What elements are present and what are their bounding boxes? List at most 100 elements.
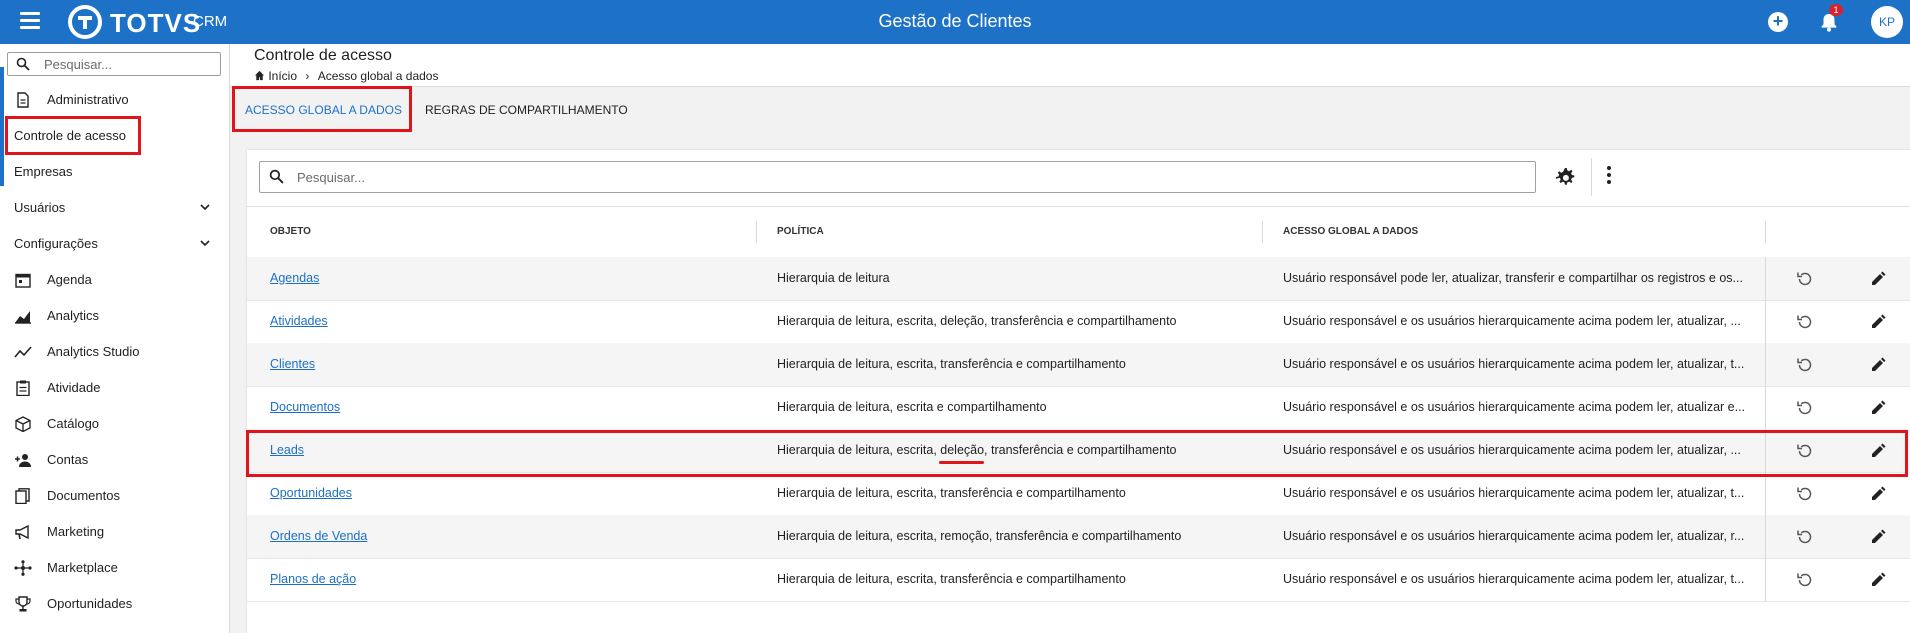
edit-icon[interactable] <box>1870 271 1886 287</box>
edit-icon[interactable] <box>1870 572 1886 588</box>
object-link[interactable]: Leads <box>270 443 304 457</box>
object-link[interactable]: Planos de ação <box>270 572 356 586</box>
column-divider <box>1765 257 1766 300</box>
table-row: Leads Hierarquia de leitura, escrita, del… <box>247 429 1910 473</box>
megaphone-icon <box>15 524 29 540</box>
sidebar-item-label: Controle de acesso <box>14 128 127 143</box>
policy-cell: Hierarquia de leitura <box>777 271 890 285</box>
column-divider <box>1765 429 1766 472</box>
sidebar-item-usuarios[interactable]: Usuários <box>0 191 229 225</box>
column-header-objeto[interactable]: OBJETO <box>270 226 311 237</box>
breadcrumb-home[interactable]: Início <box>268 69 297 83</box>
column-header-politica[interactable]: POLÍTICA <box>777 226 824 237</box>
sidebar-item-configuracoes[interactable]: Configurações <box>0 227 229 261</box>
sidebar-item-label: Analytics Studio <box>47 344 140 359</box>
column-divider <box>1262 221 1263 243</box>
policy-cell: Hierarquia de leitura, escrita, deleção,… <box>777 314 1177 328</box>
table-row: Atividades Hierarquia de leitura, escrita… <box>247 300 1910 344</box>
sidebar-item-catalogo[interactable]: Catálogo <box>0 407 229 441</box>
document-icon <box>17 92 29 108</box>
sidebar-item-label: Analytics <box>47 308 100 323</box>
sidebar-item-label: Documentos <box>47 488 120 503</box>
calendar-icon <box>15 273 31 288</box>
sidebar-item-label: Atividade <box>47 380 101 395</box>
clipboard-icon <box>16 380 30 396</box>
column-divider <box>756 221 757 243</box>
column-divider <box>1765 472 1766 515</box>
trophy-icon <box>15 596 31 612</box>
column-divider <box>1765 343 1766 386</box>
sidebar-item-atividade[interactable]: Atividade <box>0 371 229 405</box>
object-link[interactable]: Agendas <box>270 271 319 285</box>
tab-bar: ACESSO GLOBAL A DADOS REGRAS DE COMPARTI… <box>230 86 1910 131</box>
object-link[interactable]: Documentos <box>270 400 340 414</box>
sidebar-item-marketplace[interactable]: Marketplace <box>0 551 229 585</box>
edit-icon[interactable] <box>1870 486 1886 502</box>
sidebar: Pesquisar... Administrativo Controle de … <box>0 44 230 633</box>
sidebar-item-controle-de-acesso[interactable]: Controle de acesso <box>0 119 229 153</box>
object-link[interactable]: Atividades <box>270 314 328 328</box>
table-search-input[interactable]: Pesquisar... <box>259 161 1536 193</box>
sidebar-item-agenda[interactable]: Agenda <box>0 263 229 297</box>
table-row: Planos de ação Hierarquia de leitura, esc… <box>247 558 1910 602</box>
sidebar-search-input[interactable]: Pesquisar... <box>7 52 221 76</box>
highlight-delecao-underline <box>939 461 984 464</box>
sidebar-item-analytics-studio[interactable]: Analytics Studio <box>0 335 229 369</box>
page-title: Controle de acesso <box>254 47 392 64</box>
more-options-icon[interactable] <box>1607 166 1613 186</box>
tab-acesso-global[interactable]: ACESSO GLOBAL A DADOS <box>245 103 402 117</box>
restore-icon[interactable] <box>1795 441 1815 461</box>
access-table-card: Pesquisar... OBJETO POLÍTICA ACESSO GLOB… <box>247 150 1910 633</box>
notification-badge: 1 <box>1829 4 1843 16</box>
global-access-cell: Usuário responsável e os usuários hierar… <box>1283 529 1745 543</box>
global-access-cell: Usuário responsável e os usuários hierar… <box>1283 314 1741 328</box>
chevron-down-icon <box>200 240 210 247</box>
add-user-icon <box>15 454 31 467</box>
network-icon <box>14 560 32 576</box>
edit-icon[interactable] <box>1870 529 1886 545</box>
sidebar-item-marketing[interactable]: Marketing <box>0 515 229 549</box>
sidebar-item-analytics[interactable]: Analytics <box>0 299 229 333</box>
edit-icon[interactable] <box>1870 357 1886 373</box>
table-row: Clientes Hierarquia de leitura, escrita, … <box>247 343 1910 387</box>
edit-icon[interactable] <box>1870 314 1886 330</box>
sidebar-item-label: Contas <box>47 452 89 467</box>
toolbar-divider <box>1591 158 1592 196</box>
restore-icon[interactable] <box>1795 484 1815 504</box>
restore-icon[interactable] <box>1795 398 1815 418</box>
sidebar-item-contas[interactable]: Contas <box>0 443 229 477</box>
restore-icon[interactable] <box>1795 355 1815 375</box>
breadcrumb: Início › Acesso global a dados <box>254 68 438 83</box>
home-icon[interactable] <box>254 70 265 81</box>
sidebar-item-documentos[interactable]: Documentos <box>0 479 229 513</box>
object-link[interactable]: Oportunidades <box>270 486 352 500</box>
restore-icon[interactable] <box>1795 527 1815 547</box>
table-row: Documentos Hierarquia de leitura, escrita… <box>247 386 1910 430</box>
edit-icon[interactable] <box>1870 400 1886 416</box>
edit-icon[interactable] <box>1870 443 1886 459</box>
avatar[interactable]: KP <box>1871 6 1903 38</box>
table-row: Ordens de Venda Hierarquia de leitura, es… <box>247 515 1910 559</box>
top-bar: TOTVS CRM Gestão de Clientes + 1 KP <box>0 0 1910 44</box>
restore-icon[interactable] <box>1795 312 1815 332</box>
policy-cell: Hierarquia de leitura, escrita, remoção,… <box>777 529 1182 543</box>
sidebar-item-administrativo[interactable]: Administrativo <box>0 83 229 117</box>
object-link[interactable]: Clientes <box>270 357 315 371</box>
column-header-acesso[interactable]: ACESSO GLOBAL A DADOS <box>1283 226 1418 237</box>
column-divider <box>1765 221 1766 243</box>
restore-icon[interactable] <box>1795 269 1815 289</box>
sidebar-item-oportunidades[interactable]: Oportunidades <box>0 587 229 621</box>
sidebar-item-label: Usuários <box>14 200 66 215</box>
breadcrumb-separator-icon: › <box>305 68 310 83</box>
table-header: OBJETO POLÍTICA ACESSO GLOBAL A DADOS <box>247 206 1910 259</box>
sidebar-item-label: Marketplace <box>47 560 118 575</box>
add-circle-icon[interactable]: + <box>1768 12 1788 32</box>
object-link[interactable]: Ordens de Venda <box>270 529 367 543</box>
sidebar-item-empresas[interactable]: Empresas <box>0 155 229 189</box>
restore-icon[interactable] <box>1795 570 1815 590</box>
policy-cell: Hierarquia de leitura, escrita e compart… <box>777 400 1047 414</box>
gear-icon[interactable] <box>1554 166 1576 188</box>
global-access-cell: Usuário responsável e os usuários hierar… <box>1283 443 1741 457</box>
tab-regras-compartilhamento[interactable]: REGRAS DE COMPARTILHAMENTO <box>425 103 628 117</box>
column-divider <box>1765 386 1766 429</box>
